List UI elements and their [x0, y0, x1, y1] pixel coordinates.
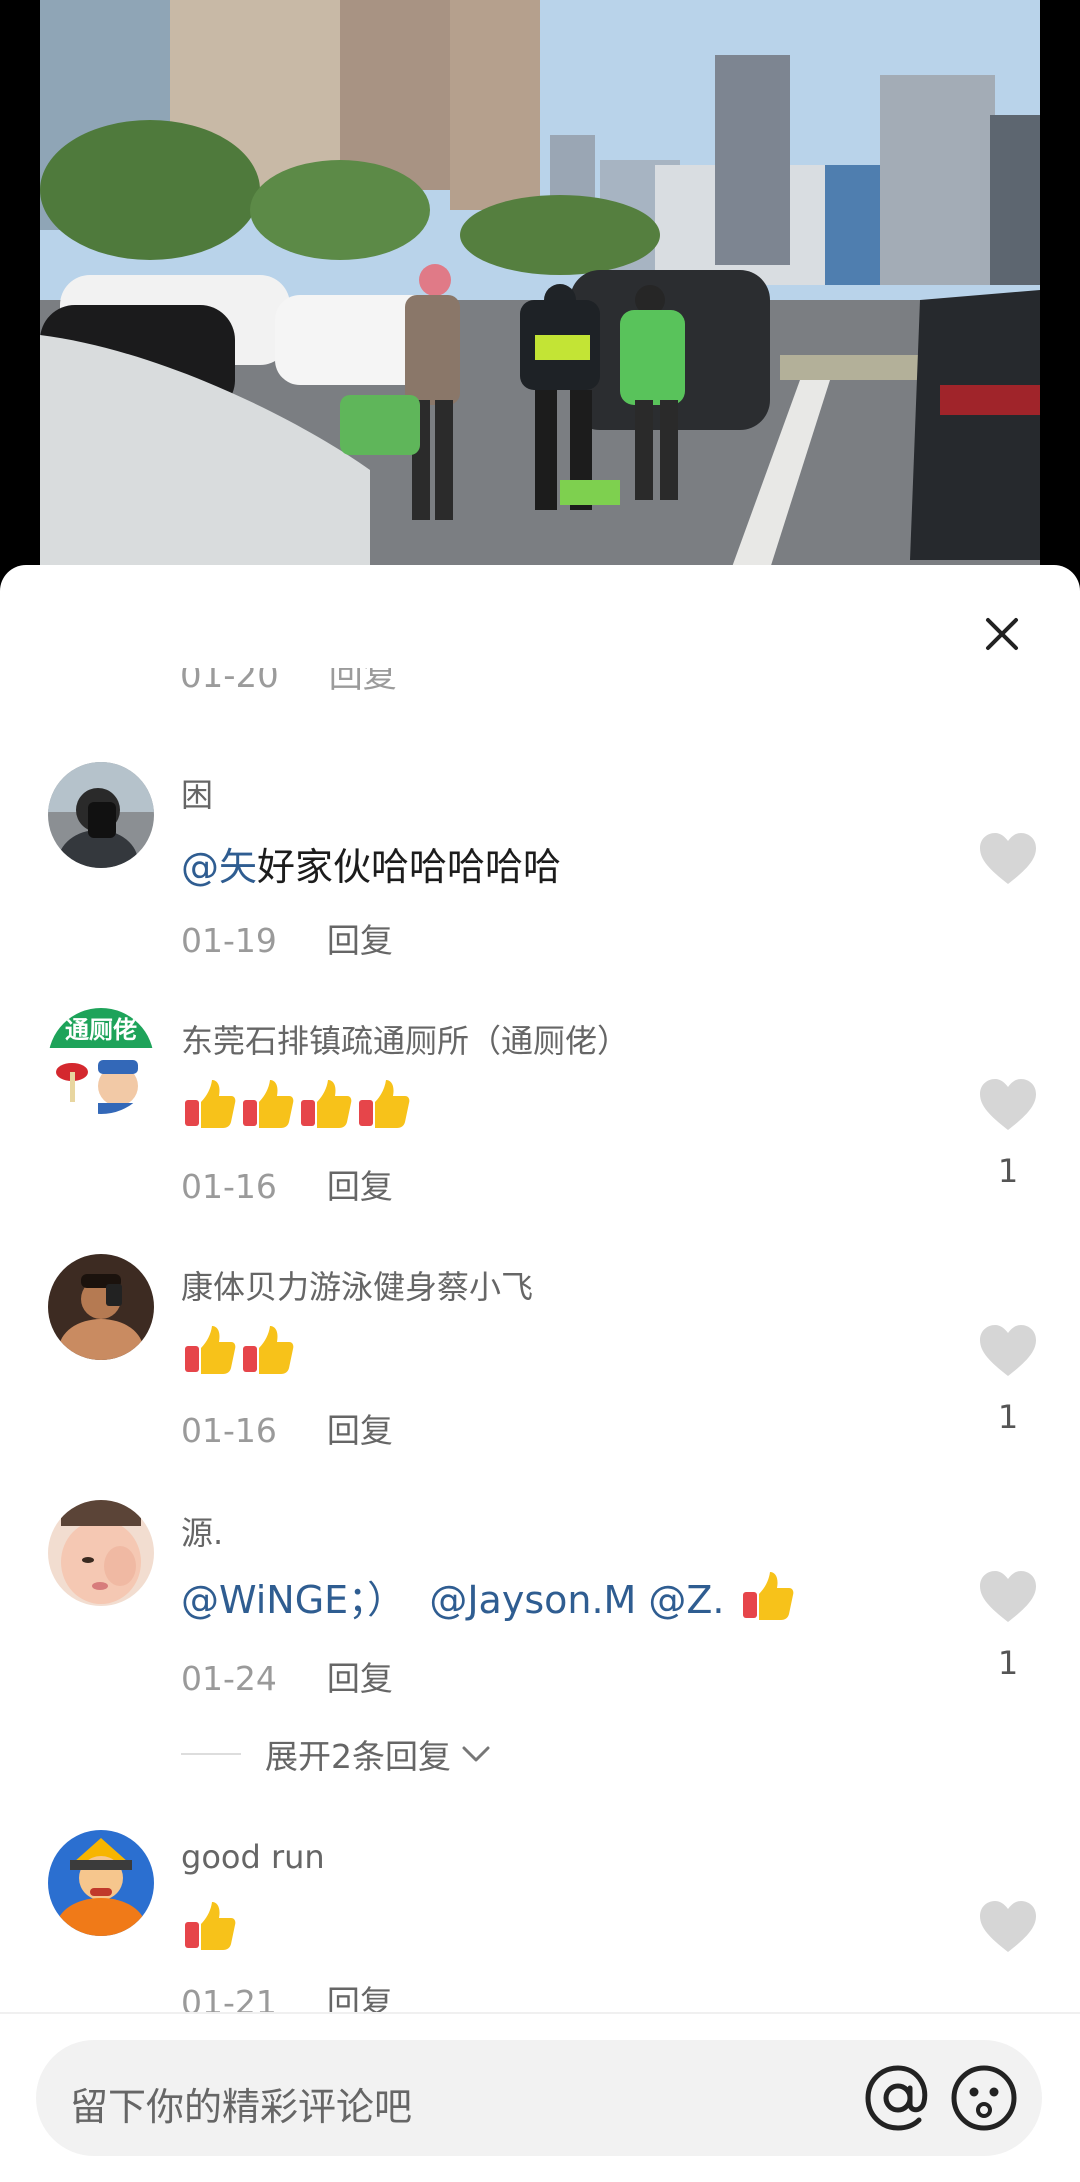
- divider: [0, 2012, 1080, 2014]
- thumbs-up-emoji: [301, 1080, 352, 1128]
- avatar[interactable]: [48, 1254, 154, 1360]
- heart-icon[interactable]: [978, 1900, 1038, 1954]
- like-count: 1: [997, 1644, 1019, 1682]
- thumbs-up-emoji: [742, 1572, 793, 1620]
- comment-text: @矢 好家伙哈哈哈哈哈: [181, 836, 561, 891]
- like-count: 1: [997, 1152, 1019, 1190]
- thumbs-up-emoji: [243, 1326, 294, 1374]
- reply-button[interactable]: 回复: [329, 668, 397, 697]
- partial-comment-meta: 01-20 回复: [180, 668, 480, 702]
- mention-links[interactable]: @WiNGE；） @Jayson.M @Z.: [181, 1569, 725, 1624]
- comment-meta: 01-19 回复: [181, 914, 393, 962]
- comment-username[interactable]: 康体贝力游泳健身蔡小飞: [181, 1262, 533, 1308]
- comment-date: 01-19: [181, 921, 277, 960]
- heart-icon[interactable]: [978, 1324, 1038, 1378]
- thumbs-up-emoji: [243, 1080, 294, 1128]
- video-frame[interactable]: [40, 0, 1040, 600]
- reply-button[interactable]: 回复: [327, 1411, 393, 1450]
- heart-icon[interactable]: [978, 1078, 1038, 1132]
- reply-button[interactable]: 回复: [327, 1659, 393, 1698]
- comment-input-placeholder: 留下你的精彩评论吧: [70, 2085, 413, 2129]
- comment-date: 01-16: [181, 1411, 277, 1450]
- thumbs-up-emoji: [185, 1326, 236, 1374]
- comment-input[interactable]: 留下你的精彩评论吧: [36, 2040, 1042, 2156]
- thumbs-up-emoji: [359, 1080, 410, 1128]
- at-icon[interactable]: [862, 2062, 934, 2134]
- avatar-logo-text: 通厕佬: [65, 1016, 137, 1044]
- divider-line: [181, 1753, 241, 1755]
- like-count: 1: [997, 1398, 1019, 1436]
- comment-date: 01-20: [180, 668, 279, 696]
- comment-date: 01-24: [181, 1659, 277, 1698]
- reply-button[interactable]: 回复: [327, 921, 393, 960]
- comment-username[interactable]: 东莞石排镇疏通厕所（通厕佬）: [181, 1016, 629, 1062]
- comment-text: @WiNGE；） @Jayson.M @Z.: [181, 1568, 797, 1624]
- comment-meta: 01-16 回复: [181, 1160, 393, 1208]
- close-button[interactable]: [980, 612, 1024, 656]
- comment-sheet: [0, 565, 1080, 2182]
- chevron-down-icon: [462, 1746, 490, 1762]
- comment-text: [181, 1076, 413, 1132]
- close-icon: [986, 618, 1018, 650]
- avatar[interactable]: [48, 1500, 154, 1606]
- thumbs-up-emoji: [185, 1080, 236, 1128]
- comment-date: 01-16: [181, 1167, 277, 1206]
- reply-button[interactable]: 回复: [327, 1167, 393, 1206]
- avatar[interactable]: 通厕佬: [48, 1008, 154, 1114]
- comment-username[interactable]: 困: [181, 770, 213, 816]
- expand-replies-label: 展开2条回复: [265, 1737, 451, 1776]
- comment-meta: 01-24 回复: [181, 1652, 393, 1700]
- comment-text: [181, 1322, 297, 1378]
- comment-body: 好家伙哈哈哈哈哈: [257, 845, 562, 889]
- avatar[interactable]: [48, 1830, 154, 1936]
- comment-text: [181, 1898, 239, 1954]
- expand-replies-button[interactable]: 展开2条回复: [181, 1730, 493, 1778]
- comment-username[interactable]: good run: [181, 1838, 325, 1876]
- video-image: [40, 0, 1040, 600]
- emoji-icon[interactable]: [948, 2062, 1020, 2134]
- heart-icon[interactable]: [978, 832, 1038, 886]
- comment-meta: 01-16 回复: [181, 1404, 393, 1452]
- heart-icon[interactable]: [978, 1570, 1038, 1624]
- comment-username[interactable]: 源.: [181, 1508, 223, 1554]
- thumbs-up-emoji: [185, 1902, 236, 1950]
- mention-link[interactable]: @矢: [181, 836, 257, 891]
- avatar[interactable]: [48, 762, 154, 868]
